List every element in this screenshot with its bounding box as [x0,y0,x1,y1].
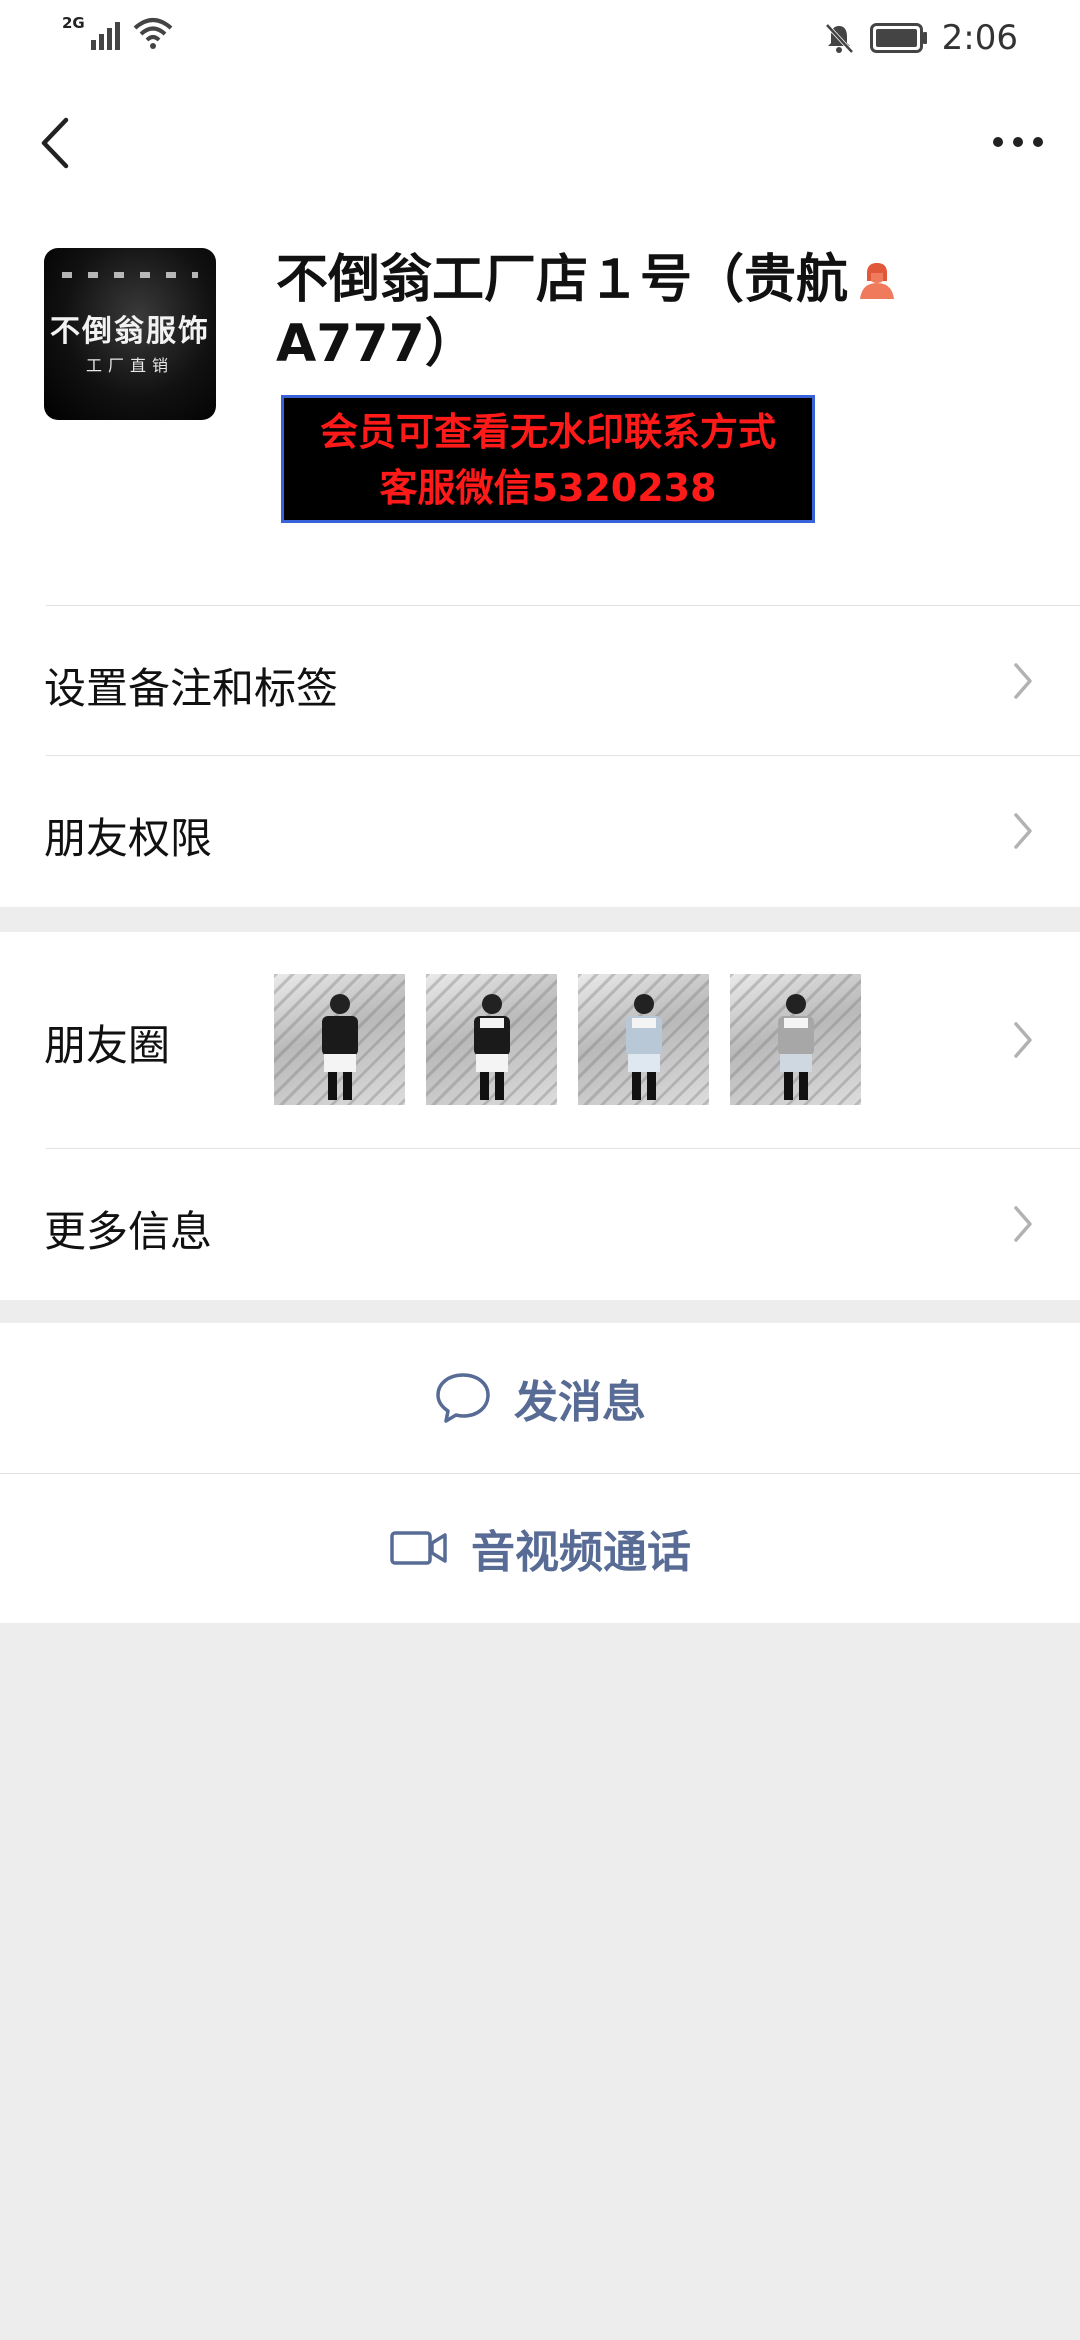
profile-header: 不倒翁服饰 工厂直销 不倒翁工厂店１号（贵航 A777） 会员可查看无水印联系方… [0,212,1080,605]
watermark-overlay: 会员可查看无水印联系方式 客服微信5320238 [281,395,815,523]
row-more-info-label: 更多信息 [44,1207,213,1256]
clock: 2:06 [941,18,1018,58]
watermark-line1: 会员可查看无水印联系方式 [319,410,776,454]
row-moments-label: 朋友圈 [44,1021,171,1070]
moment-thumbnail [426,974,557,1105]
video-camera-icon [390,1531,447,1565]
send-message-label: 发消息 [514,1377,646,1428]
nav-bar [0,72,1080,212]
moment-thumbnail [730,974,861,1105]
row-remarks-label: 设置备注和标签 [44,664,339,713]
contact-name: 不倒翁工厂店１号（贵航 A777） [276,248,976,376]
female-icon [860,263,895,299]
contact-name-line1: 不倒翁工厂店１号（贵航 [276,250,849,310]
moment-thumbnail [578,974,709,1105]
row-more-info[interactable]: 更多信息 [0,1148,1080,1300]
status-bar: 2G 2:06 [0,0,1080,72]
more-dots-icon[interactable] [988,124,1048,160]
status-right: 2:06 [822,18,1018,58]
chevron-left-icon[interactable] [28,108,84,178]
chevron-right-icon [1014,1206,1032,1242]
avatar-brand-text: 不倒翁服饰 [50,314,210,349]
chevron-right-icon [1014,1022,1032,1058]
avatar-decoration [62,272,198,278]
row-friend-permissions[interactable]: 朋友权限 [0,755,1080,907]
contact-profile-page: 2G 2:06 不倒翁服饰 工厂直销 不倒翁工厂店１号（贵航 A777） 会员可… [0,0,1080,2340]
moment-thumbnail [274,974,405,1105]
status-left: 2G [62,14,173,50]
avatar-sub-text: 工厂直销 [85,356,174,375]
signal-icon [90,22,120,50]
contact-name-line2: A777） [276,314,477,374]
video-call-button[interactable]: 音视频通话 [0,1473,1080,1623]
avatar[interactable]: 不倒翁服饰 工厂直销 [44,248,216,420]
moments-thumbnails [274,974,861,1105]
video-call-label: 音视频通话 [471,1527,691,1578]
row-remarks-tags[interactable]: 设置备注和标签 [0,605,1080,755]
watermark-line2: 客服微信5320238 [379,466,717,510]
network-type: 2G [62,14,85,32]
battery-icon [869,23,927,53]
wifi-icon [133,18,173,49]
divider [46,1148,1080,1149]
chat-bubble-icon [436,1373,490,1423]
send-message-button[interactable]: 发消息 [0,1323,1080,1473]
divider [46,605,1080,606]
row-moments[interactable]: 朋友圈 [0,932,1080,1148]
divider [46,755,1080,756]
chevron-right-icon [1014,663,1032,699]
chevron-right-icon [1014,813,1032,849]
row-permissions-label: 朋友权限 [44,814,213,863]
mute-bell-icon [825,23,854,54]
